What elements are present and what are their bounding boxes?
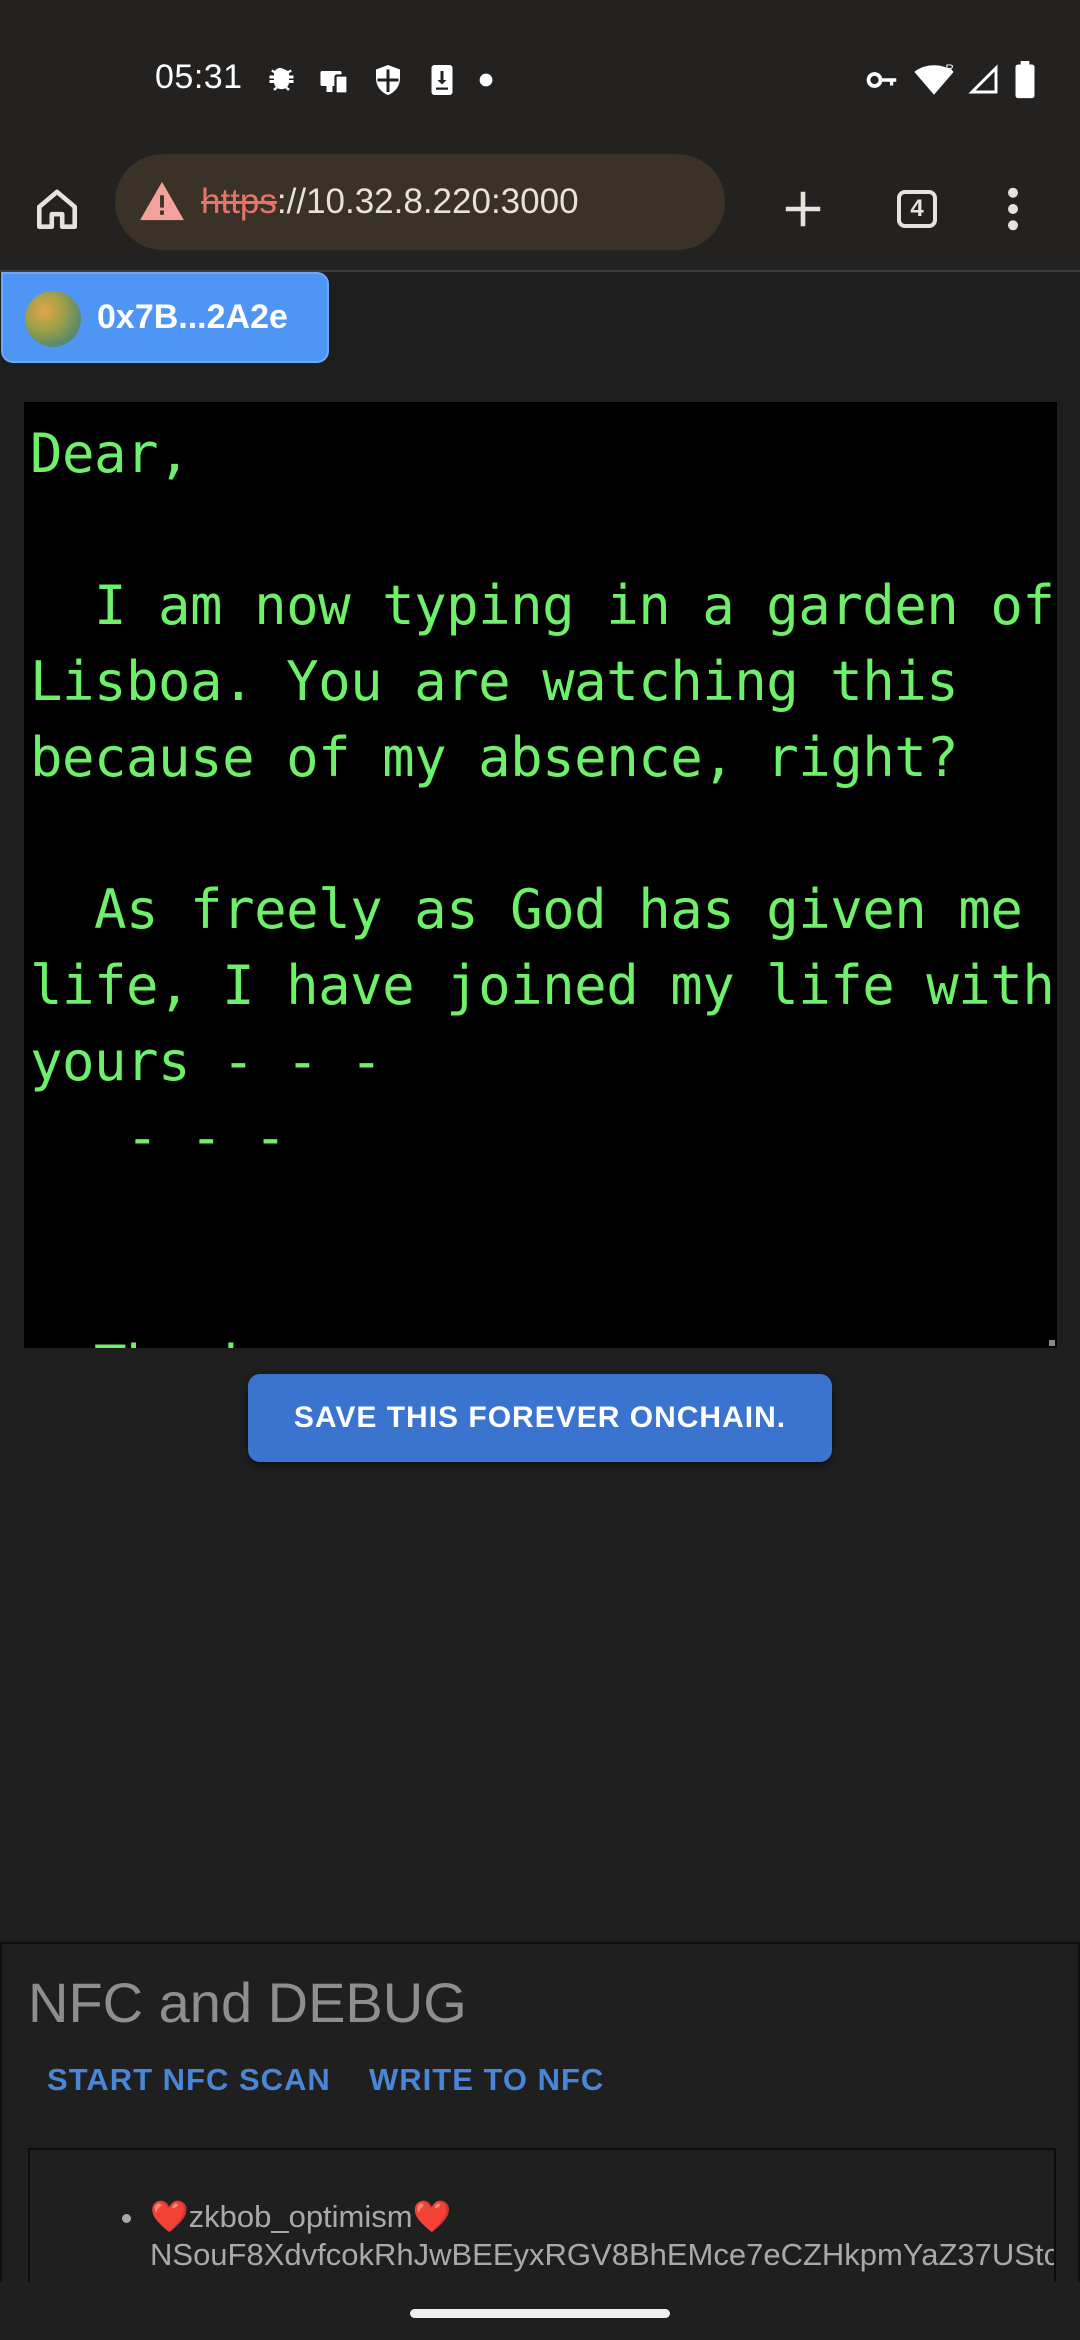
debug-list: ❤️zkbob_optimism❤️ NSouF8XdvfcokRhJwBEEy… [30, 2150, 1054, 2274]
download-icon [431, 65, 453, 95]
plus-icon [785, 191, 821, 227]
bug-icon [269, 68, 294, 91]
status-bar: 05:31 R [0, 0, 1080, 150]
gesture-nav-bar [0, 2282, 1080, 2340]
home-button[interactable] [22, 174, 92, 244]
svg-text:R: R [945, 63, 953, 75]
nfc-debug-panel: NFC and DEBUG START NFC SCAN WRITE TO NF… [0, 1942, 1080, 2308]
letter-text: Dear, I am now typing in a garden of Lis… [30, 422, 1055, 1348]
shield-icon [376, 65, 400, 95]
tab-count: 4 [897, 190, 937, 228]
new-tab-button[interactable] [768, 174, 838, 244]
debug-item-name: zkbob_optimism [188, 2199, 413, 2234]
device-transfer-icon [320, 71, 349, 95]
tab-switcher-button[interactable]: 4 [882, 174, 952, 244]
browser-toolbar: https://10.32.8.220:3000 4 [0, 150, 1080, 272]
signal-roaming-icon [968, 64, 998, 94]
wallet-account-button[interactable]: 0x7B...2A2e [1, 272, 329, 363]
warning-icon [140, 181, 184, 221]
wifi-icon: R [914, 63, 954, 95]
url-host: ://10.32.8.220:3000 [276, 182, 579, 221]
dot-icon [479, 73, 493, 87]
status-time: 05:31 [155, 58, 243, 96]
home-icon [37, 189, 78, 229]
battery-icon [1015, 61, 1035, 99]
more-vert-icon [1008, 187, 1018, 231]
status-icons-left [262, 60, 494, 100]
avatar [25, 291, 81, 347]
status-icons-right: R [864, 60, 1036, 100]
home-gesture-handle[interactable] [410, 2309, 670, 2318]
write-to-nfc-button[interactable]: WRITE TO NFC [369, 2062, 604, 2098]
url-scheme: https [201, 182, 277, 221]
nfc-title: NFC and DEBUG [28, 1971, 467, 2034]
letter-textarea[interactable]: Dear, I am now typing in a garden of Lis… [24, 402, 1057, 1348]
vpn-key-icon [866, 72, 897, 88]
resize-grip[interactable] [1049, 1340, 1055, 1346]
debug-item-value: NSouF8XdvfcokRhJwBEEyxRGV8BhEMce7eCZHkpm… [150, 2237, 1056, 2272]
list-item: ❤️zkbob_optimism❤️ NSouF8XdvfcokRhJwBEEy… [122, 2198, 1056, 2274]
address-bar[interactable]: https://10.32.8.220:3000 [115, 154, 725, 250]
start-nfc-scan-button[interactable]: START NFC SCAN [47, 2062, 331, 2098]
heart-icon: ❤️ [412, 2199, 452, 2234]
menu-button[interactable] [978, 174, 1048, 244]
wallet-address: 0x7B...2A2e [97, 298, 288, 336]
heart-icon: ❤️ [150, 2199, 189, 2234]
url-text: https://10.32.8.220:3000 [201, 182, 579, 222]
save-onchain-button[interactable]: SAVE THIS FOREVER ONCHAIN. [248, 1374, 832, 1462]
